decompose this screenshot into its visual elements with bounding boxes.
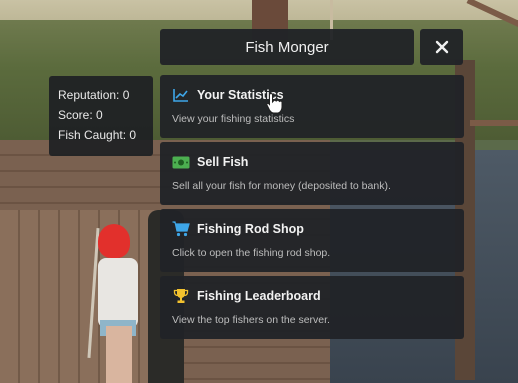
- player-legs: [106, 326, 132, 383]
- menu-item-description: Click to open the fishing rod shop.: [172, 247, 331, 259]
- menu-item-title: Fishing Rod Shop: [197, 222, 304, 236]
- menu-item-your-statistics[interactable]: Your Statistics View your fishing statis…: [160, 75, 464, 138]
- trophy-icon: [172, 288, 190, 304]
- menu-item-header: Fishing Leaderboard: [172, 287, 464, 305]
- reputation-stat: Reputation: 0: [58, 88, 130, 102]
- shopping-cart-icon: [172, 221, 190, 237]
- menu-item-fishing-leaderboard[interactable]: Fishing Leaderboard View the top fishers…: [160, 276, 464, 339]
- dock-rail: [470, 120, 518, 126]
- menu-item-fishing-rod-shop[interactable]: Fishing Rod Shop Click to open the fishi…: [160, 209, 464, 272]
- player-torso: [98, 258, 138, 328]
- menu-title-text: Fish Monger: [245, 38, 329, 56]
- menu-item-header: Sell Fish: [172, 153, 464, 171]
- menu-item-title: Sell Fish: [197, 155, 249, 169]
- close-icon: [435, 40, 448, 54]
- menu-item-header: Fishing Rod Shop: [172, 220, 464, 238]
- player-hair: [98, 224, 130, 258]
- player-stats-panel: Reputation: 0 Score: 0 Fish Caught: 0: [49, 76, 153, 156]
- menu-item-description: Sell all your fish for money (deposited …: [172, 180, 391, 192]
- menu-item-sell-fish[interactable]: Sell Fish Sell all your fish for money (…: [160, 142, 464, 205]
- money-icon: [172, 154, 190, 170]
- fish-monger-menu: Your Statistics View your fishing statis…: [160, 75, 464, 343]
- close-button[interactable]: [420, 29, 463, 65]
- menu-item-header: Your Statistics: [172, 86, 464, 104]
- menu-item-title: Fishing Leaderboard: [197, 289, 321, 303]
- score-stat: Score: 0: [58, 108, 103, 122]
- fish-caught-stat: Fish Caught: 0: [58, 128, 137, 142]
- menu-item-description: View your fishing statistics: [172, 113, 295, 125]
- menu-title: Fish Monger: [160, 29, 414, 65]
- hand-pointer-cursor-icon: [266, 92, 283, 114]
- menu-item-description: View the top fishers on the server.: [172, 314, 330, 326]
- chart-line-icon: [172, 87, 190, 103]
